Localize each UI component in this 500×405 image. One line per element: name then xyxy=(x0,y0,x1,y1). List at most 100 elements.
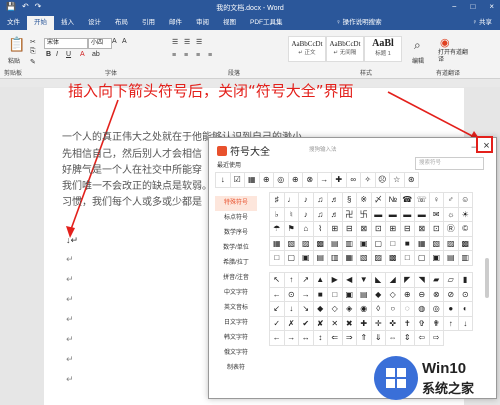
symbol-cell[interactable]: ◇ xyxy=(386,287,401,302)
tab-home[interactable]: 开始 xyxy=(27,16,54,30)
tab-references[interactable]: 引用 xyxy=(135,16,162,30)
symbol-cell[interactable]: ✜ xyxy=(386,316,401,331)
symbol-cell[interactable]: ▧ xyxy=(357,251,372,266)
symbol-cell[interactable]: ⊠ xyxy=(357,222,372,237)
symbol-cell[interactable]: ▬ xyxy=(415,207,430,222)
dialog-scrollbar[interactable] xyxy=(485,258,489,298)
symbol-cell[interactable]: ♯ xyxy=(270,193,285,208)
share-button[interactable]: ♀ 共享 xyxy=(472,16,492,30)
symbol-cell[interactable]: ◍ xyxy=(415,302,430,317)
symbol-cell[interactable]: ▢ xyxy=(284,251,299,266)
tab-design[interactable]: 设计 xyxy=(81,16,108,30)
category-item[interactable]: 数学序号 xyxy=(215,226,257,241)
category-item[interactable]: 希腊/拉丁 xyxy=(215,256,257,271)
symbol-cell[interactable]: ⊘ xyxy=(444,287,459,302)
category-item[interactable]: 俄文字符 xyxy=(215,346,257,361)
symbol-cell[interactable]: ▦ xyxy=(342,251,357,266)
tab-layout[interactable]: 布局 xyxy=(108,16,135,30)
symbol-cell[interactable]: ◀ xyxy=(342,273,357,288)
symbol-cell[interactable]: ⊠ xyxy=(415,222,430,237)
numbering-icon[interactable]: ☰ xyxy=(184,38,190,46)
recent-symbol-cell[interactable]: ⊕ xyxy=(288,173,303,188)
recent-symbol-cell[interactable]: ☑ xyxy=(230,173,245,188)
symbol-cell[interactable]: ↙ xyxy=(270,302,285,317)
style-no-spacing[interactable]: AaBbCcDt ↵ 无间隔 xyxy=(326,36,364,62)
symbol-cell[interactable]: □ xyxy=(400,251,415,266)
recent-symbol-cell[interactable]: ▦ xyxy=(245,173,260,188)
justify-icon[interactable]: ≡ xyxy=(208,52,212,59)
symbol-cell[interactable]: ▤ xyxy=(328,236,343,251)
tab-view[interactable]: 视图 xyxy=(216,16,243,30)
bullets-icon[interactable]: ☰ xyxy=(172,38,178,46)
symbol-cell[interactable]: ▨ xyxy=(444,236,459,251)
tell-me-search[interactable]: ♀ 操作说明搜索 xyxy=(336,16,382,30)
recent-symbol-cell[interactable]: ∞ xyxy=(346,173,361,188)
symbol-cell[interactable]: ▣ xyxy=(342,287,357,302)
symbol-cell[interactable]: ▨ xyxy=(299,236,314,251)
symbol-cell[interactable]: ✘ xyxy=(313,316,328,331)
symbol-cell[interactable]: ♬ xyxy=(328,207,343,222)
symbol-cell[interactable]: ♫ xyxy=(313,207,328,222)
maximize-button[interactable]: □ xyxy=(470,2,475,11)
recent-symbol-cell[interactable]: ✚ xyxy=(332,173,347,188)
symbol-cell[interactable]: ▬ xyxy=(371,207,386,222)
symbol-cell[interactable]: → xyxy=(284,331,299,346)
symbol-cell[interactable]: ↑ xyxy=(284,273,299,288)
symbol-cell[interactable]: ▥ xyxy=(342,236,357,251)
category-item[interactable]: 英文音标 xyxy=(215,301,257,316)
symbol-cell[interactable]: ⊞ xyxy=(386,222,401,237)
symbol-cell[interactable]: ♭ xyxy=(270,207,285,222)
symbol-cell[interactable]: ▮ xyxy=(458,273,473,288)
cut-icon[interactable]: ✂ xyxy=(30,38,36,46)
close-window-button[interactable]: × xyxy=(489,2,494,11)
symbol-cell[interactable]: ✗ xyxy=(284,316,299,331)
symbol-cell[interactable]: ⊖ xyxy=(415,287,430,302)
shrink-font-icon[interactable]: A xyxy=(122,38,127,45)
symbol-cell[interactable]: ⊡ xyxy=(429,222,444,237)
symbol-cell[interactable]: ⇦ xyxy=(415,331,430,346)
symbol-cell[interactable]: ↗ xyxy=(299,273,314,288)
symbol-cell[interactable]: ▰ xyxy=(429,273,444,288)
symbol-cell[interactable]: ↑ xyxy=(444,316,459,331)
symbol-cell[interactable]: ☏ xyxy=(415,193,430,208)
symbol-cell[interactable]: ♫ xyxy=(313,193,328,208)
italic-button[interactable]: I xyxy=(56,51,58,58)
symbol-cell[interactable]: ☎ xyxy=(400,193,415,208)
symbol-cell[interactable]: 卍 xyxy=(342,207,357,222)
symbol-cell[interactable]: ⇑ xyxy=(357,331,372,346)
symbol-cell[interactable]: ▧ xyxy=(429,236,444,251)
format-painter-icon[interactable]: ✎ xyxy=(30,58,36,66)
recent-symbol-cell[interactable]: ✧ xyxy=(361,173,376,188)
tab-mailings[interactable]: 邮件 xyxy=(162,16,189,30)
symbol-cell[interactable]: ▥ xyxy=(328,251,343,266)
category-item[interactable]: 韩文字符 xyxy=(215,331,257,346)
symbol-cell[interactable]: ⇓ xyxy=(371,331,386,346)
recent-symbol-cell[interactable]: ↓ xyxy=(216,173,231,188)
symbol-cell[interactable]: ⇔ xyxy=(386,331,401,346)
symbol-cell[interactable]: ▼ xyxy=(357,273,372,288)
symbol-cell[interactable]: ☂ xyxy=(270,222,285,237)
category-item[interactable]: 数学/单位 xyxy=(215,241,257,256)
symbol-cell[interactable]: ✉ xyxy=(429,207,444,222)
symbol-cell[interactable]: Ⓡ xyxy=(444,222,459,237)
symbol-cell[interactable]: ◢ xyxy=(386,273,401,288)
symbol-cell[interactable]: ☀ xyxy=(458,207,473,222)
symbol-cell[interactable]: ♮ xyxy=(284,207,299,222)
open-youdao-button[interactable]: 打开有道翻译 xyxy=(438,50,468,64)
symbol-cell[interactable]: → xyxy=(299,287,314,302)
symbol-cell[interactable]: ◌ xyxy=(400,302,415,317)
symbol-cell[interactable]: ○ xyxy=(386,302,401,317)
symbol-cell[interactable]: ◆ xyxy=(313,302,328,317)
symbol-cell[interactable]: ♀ xyxy=(429,193,444,208)
symbol-cell[interactable]: ● xyxy=(444,302,459,317)
symbol-cell[interactable]: ◎ xyxy=(429,302,444,317)
symbol-cell[interactable]: ✝ xyxy=(400,316,415,331)
tab-insert[interactable]: 插入 xyxy=(54,16,81,30)
symbol-cell[interactable]: ♪ xyxy=(299,193,314,208)
symbol-cell[interactable]: ▣ xyxy=(429,251,444,266)
symbol-cell[interactable]: ▩ xyxy=(458,236,473,251)
font-name-select[interactable]: 宋体 xyxy=(44,38,88,49)
style-normal[interactable]: AaBbCcDt ↵ 正文 xyxy=(288,36,326,62)
paste-button[interactable]: 粘贴 xyxy=(8,56,20,65)
symbol-cell[interactable]: □ xyxy=(328,287,343,302)
